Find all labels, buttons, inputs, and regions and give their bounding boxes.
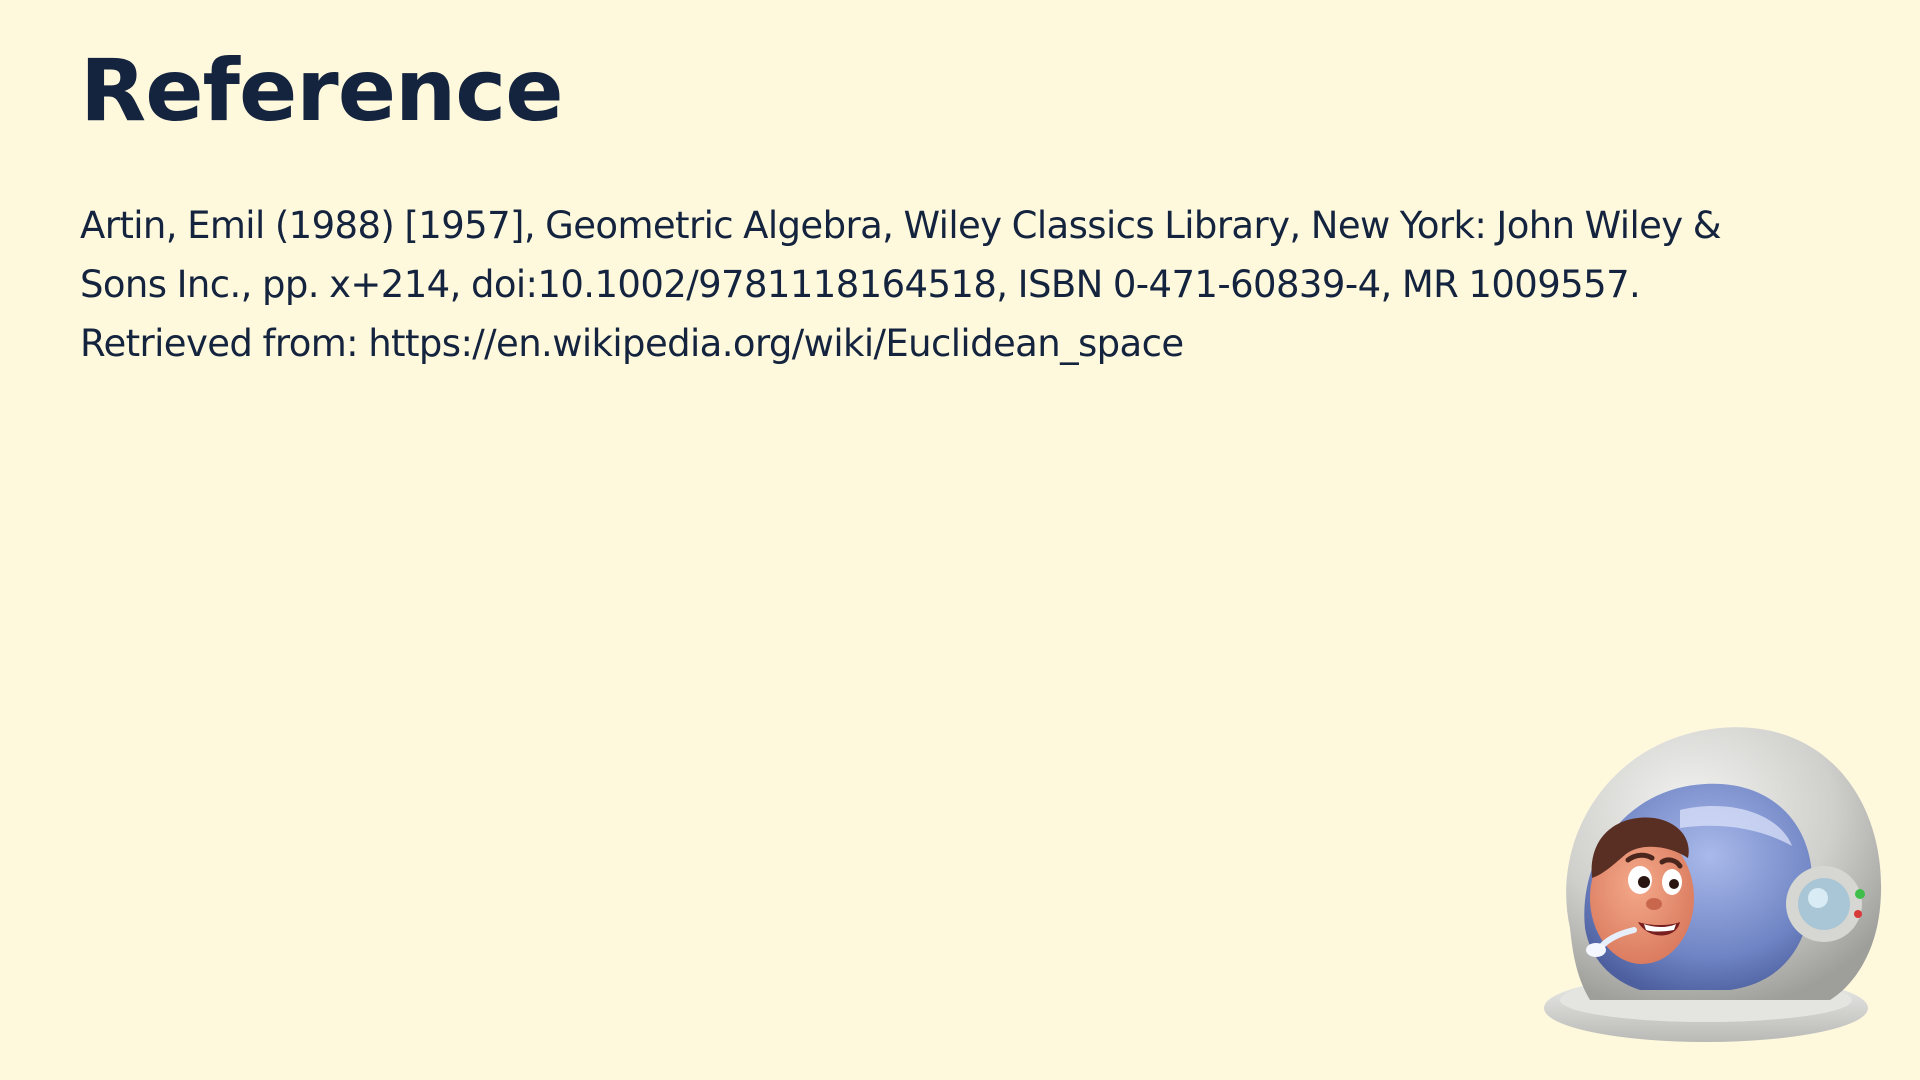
slide: Reference Artin, Emil (1988) [1957], Geo…: [0, 0, 1920, 1080]
astronaut-icon: [1544, 727, 1882, 1042]
page-title: Reference: [80, 41, 564, 141]
reference-citation: Artin, Emil (1988) [1957], Geometric Alg…: [80, 204, 1722, 365]
